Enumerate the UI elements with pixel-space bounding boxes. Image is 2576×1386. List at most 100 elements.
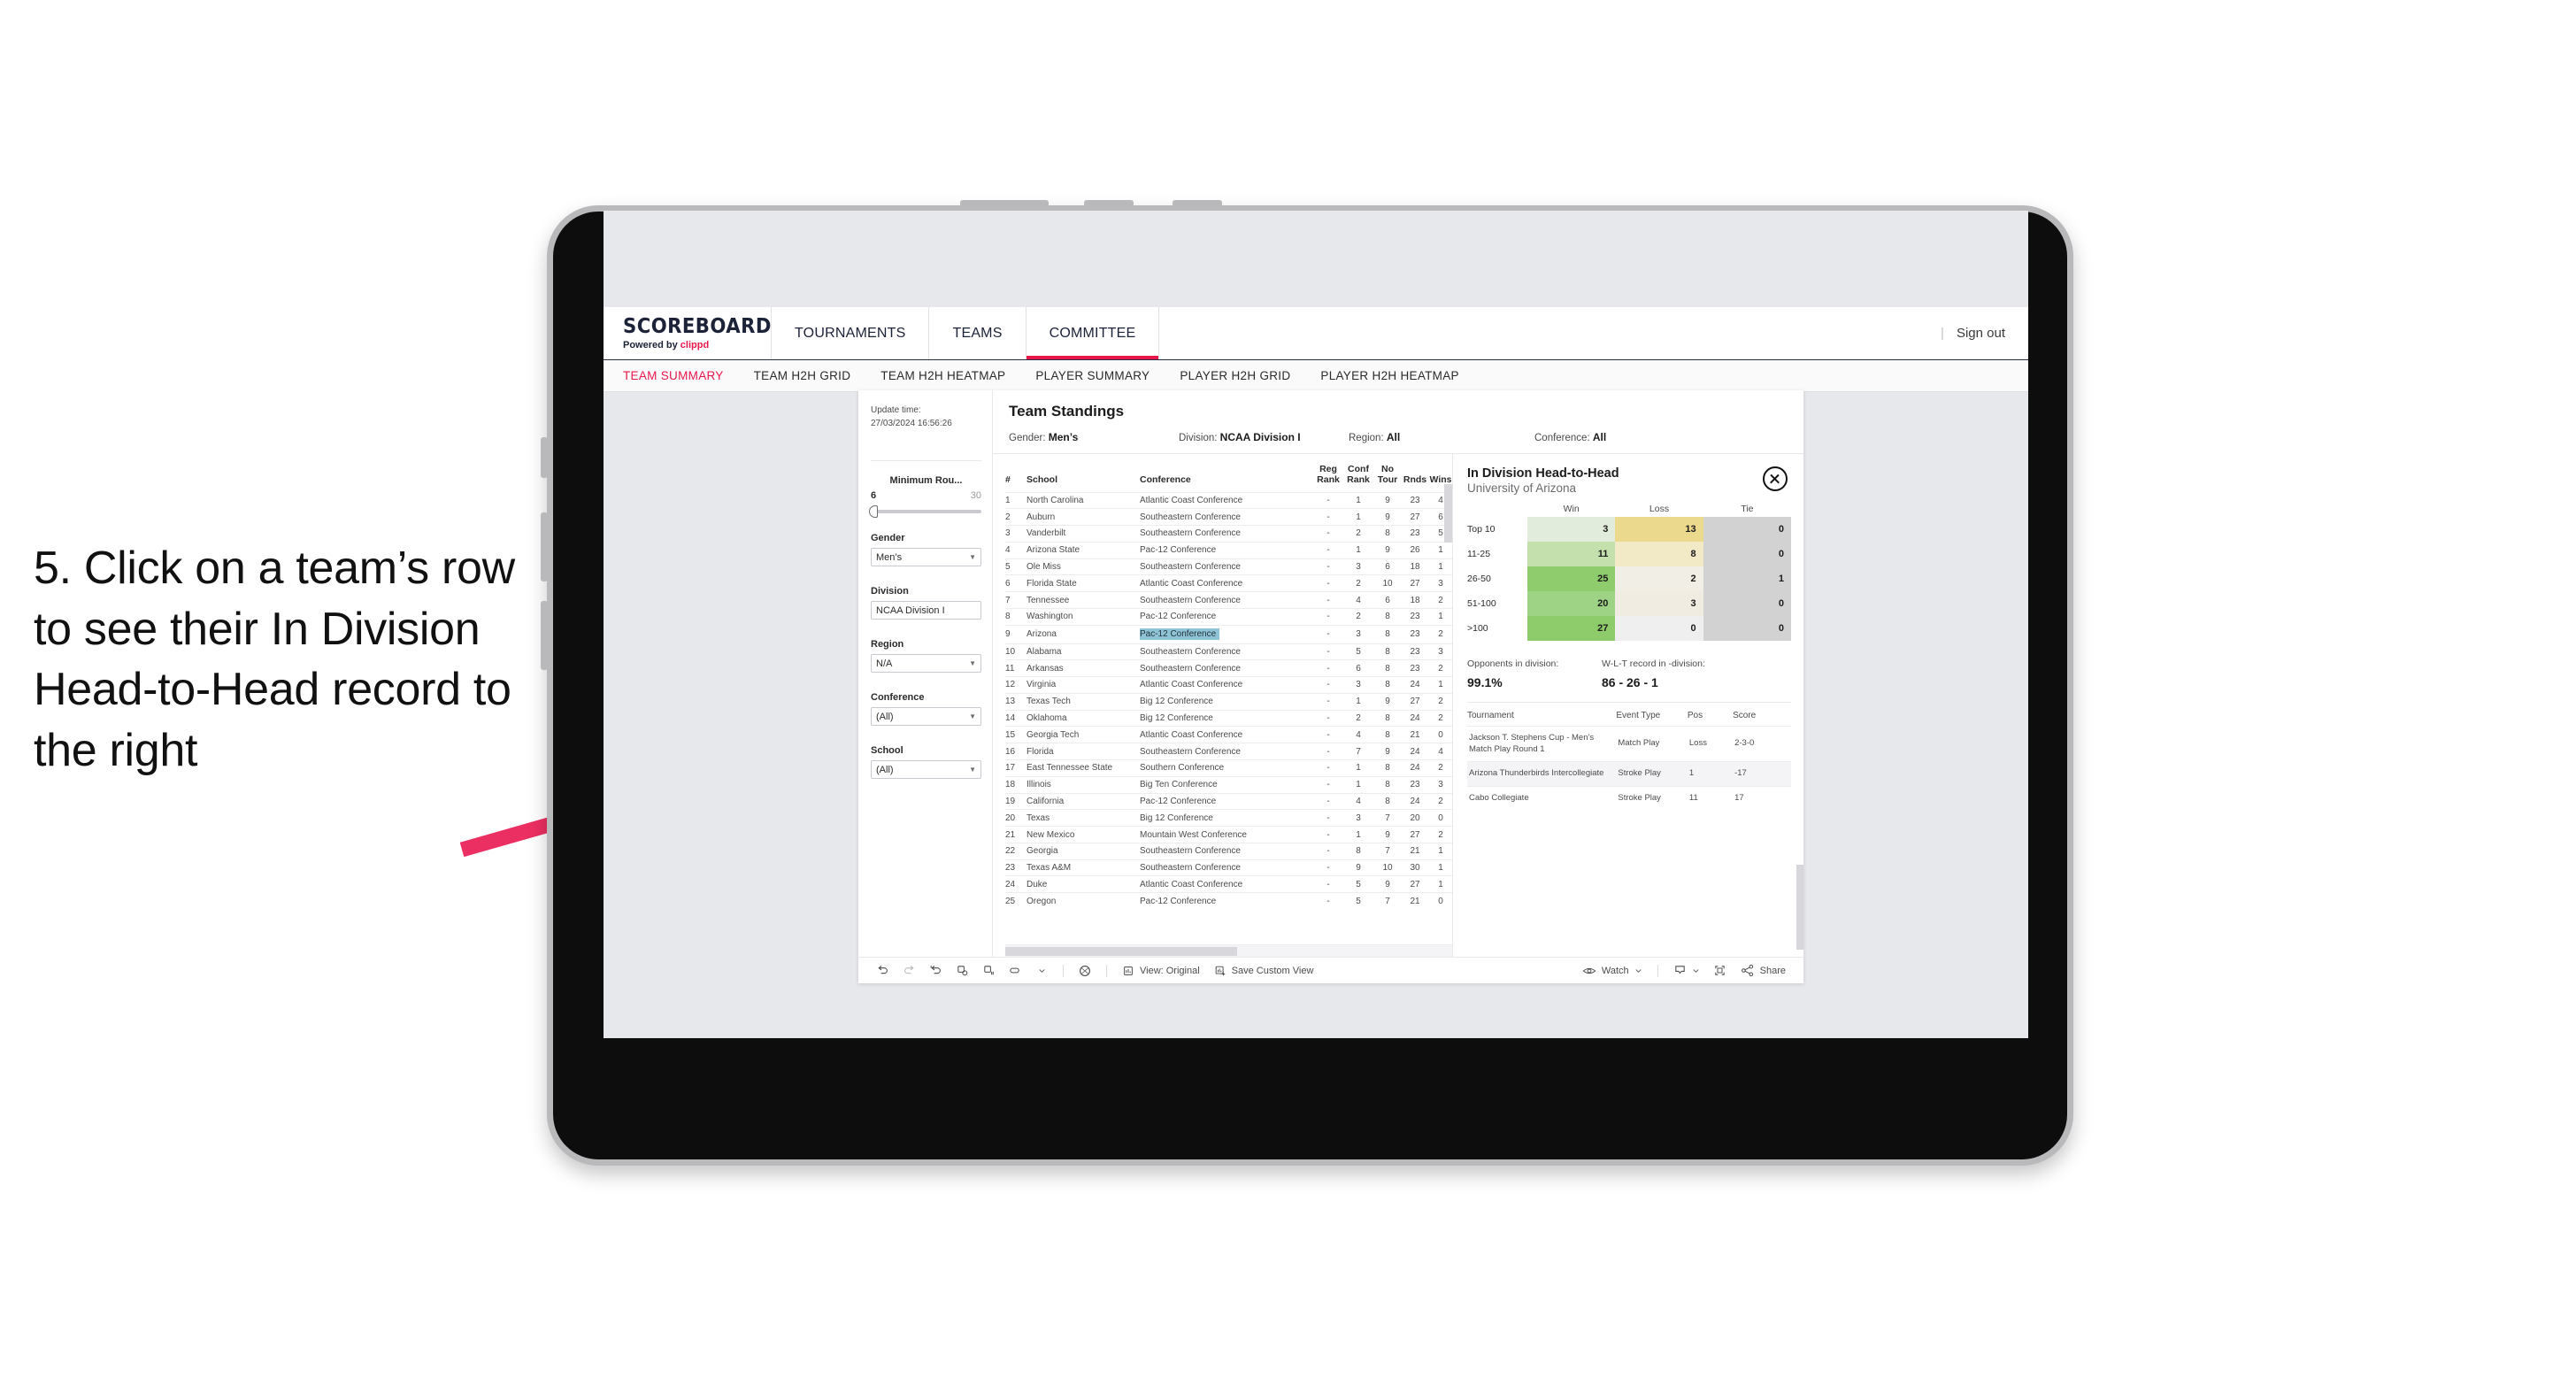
- slider-handle[interactable]: [869, 505, 878, 518]
- help-icon[interactable]: [1072, 958, 1098, 984]
- table-row[interactable]: 22 Georgia Southeastern Conference -8 7 21 1: [1005, 842, 1452, 860]
- heatmap-cell[interactable]: 1: [1703, 566, 1791, 591]
- table-row[interactable]: 17 East Tennessee State Southern Conferenc…: [1005, 759, 1452, 777]
- subnav-player-summary[interactable]: PLAYER SUMMARY: [1035, 369, 1150, 382]
- view-original-button[interactable]: View: Original: [1115, 965, 1207, 977]
- table-row[interactable]: 23 Texas A&M Southeastern Conference -9 10 30…: [1005, 859, 1452, 876]
- table-row[interactable]: 18 Illinois Big Ten Conference -1 8 23 3: [1005, 775, 1452, 794]
- subnav-player-h2h-heatmap[interactable]: PLAYER H2H HEATMAP: [1320, 369, 1458, 382]
- heatmap-cell[interactable]: 20: [1527, 591, 1616, 616]
- nav-committee[interactable]: COMMITTEE: [1027, 307, 1160, 359]
- col-header-conference[interactable]: Conference: [1140, 459, 1313, 492]
- watch-button[interactable]: Watch: [1575, 965, 1649, 977]
- table-row[interactable]: 15 Georgia Tech Atlantic Coast Conference -…: [1005, 726, 1452, 743]
- standings-cell-wins: 1: [1428, 558, 1452, 575]
- brand-title: SCOREBOARD: [623, 314, 772, 338]
- alerts-icon[interactable]: [1002, 958, 1028, 984]
- table-row[interactable]: 2 Auburn Southeastern Conference -1 9 27 6: [1005, 508, 1452, 526]
- standings-cell-no-tour: 7: [1373, 842, 1402, 860]
- heatmap-cell[interactable]: 0: [1703, 591, 1791, 616]
- table-row[interactable]: 8 Washington Pac-12 Conference -2 8 23 1: [1005, 607, 1452, 626]
- summary-region: Region: All: [1349, 431, 1534, 443]
- filter-division-value: NCAA Division I: [876, 604, 945, 616]
- table-row[interactable]: 1 North Carolina Atlantic Coast Conference…: [1005, 491, 1452, 509]
- col-header-reg-rank[interactable]: Reg Rank: [1313, 459, 1343, 492]
- save-custom-view-button[interactable]: Save Custom View: [1207, 965, 1321, 977]
- nav-tournaments[interactable]: TOURNAMENTS: [772, 307, 930, 359]
- table-row[interactable]: 20 Texas Big 12 Conference -3 7 20 0: [1005, 809, 1452, 827]
- brand-logo[interactable]: SCOREBOARD Powered by clippd: [604, 307, 772, 359]
- subnav-team-h2h-heatmap[interactable]: TEAM H2H HEATMAP: [880, 369, 1005, 382]
- col-header-rnds[interactable]: Rnds: [1402, 459, 1428, 492]
- table-row[interactable]: 3 Vanderbilt Southeastern Conference -2 8 23 5: [1005, 525, 1452, 543]
- subnav-player-h2h-grid[interactable]: PLAYER H2H GRID: [1180, 369, 1290, 382]
- heatmap-cell[interactable]: 2: [1615, 566, 1703, 591]
- col-header-tournament[interactable]: Tournament: [1467, 711, 1616, 727]
- download-button[interactable]: [1666, 964, 1707, 977]
- filter-conference-select[interactable]: (All) ▼: [871, 707, 981, 726]
- tournament-vertical-scrollbar[interactable]: [1796, 865, 1803, 950]
- list-item[interactable]: Cabo Collegiate Stroke Play 11 17: [1467, 785, 1791, 811]
- standings-horizontal-scrollbar-thumb[interactable]: [1005, 947, 1237, 956]
- refresh-data-icon[interactable]: [949, 958, 975, 984]
- table-row[interactable]: 7 Tennessee Southeastern Conference -4 6 18 2: [1005, 591, 1452, 609]
- heatmap-cell[interactable]: 0: [1703, 517, 1791, 542]
- filter-region-select[interactable]: N/A ▼: [871, 654, 981, 673]
- heatmap-cell[interactable]: 8: [1615, 542, 1703, 566]
- col-header-event-type[interactable]: Event Type: [1616, 711, 1688, 727]
- redo-icon[interactable]: [896, 958, 922, 984]
- table-row[interactable]: 24 Duke Atlantic Coast Conference -5 9 27 1: [1005, 875, 1452, 893]
- standings-cell-rnds: 26: [1402, 541, 1428, 559]
- heatmap-cell[interactable]: 3: [1527, 517, 1616, 542]
- download-icon: [1674, 966, 1685, 974]
- table-row[interactable]: 21 New Mexico Mountain West Conference -1 9 2…: [1005, 826, 1452, 843]
- col-header-rank[interactable]: #: [1005, 459, 1027, 492]
- subnav-team-h2h-grid[interactable]: TEAM H2H GRID: [754, 369, 851, 382]
- table-row[interactable]: 16 Florida Southeastern Conference -7 9 24 4: [1005, 743, 1452, 760]
- revert-icon[interactable]: [922, 958, 949, 984]
- slider-track[interactable]: [869, 505, 981, 518]
- table-row[interactable]: 12 Virginia Atlantic Coast Conference -3 8 24…: [1005, 676, 1452, 694]
- col-header-conf-rank[interactable]: Conf Rank: [1343, 459, 1373, 492]
- heatmap-cell[interactable]: 0: [1703, 542, 1791, 566]
- list-item[interactable]: Jackson T. Stephens Cup - Men’s Match Pl…: [1467, 725, 1791, 762]
- filter-school-select[interactable]: (All) ▼: [871, 760, 981, 779]
- share-button[interactable]: Share: [1734, 964, 1793, 977]
- heatmap-cell[interactable]: 0: [1703, 616, 1791, 641]
- list-item[interactable]: Arizona Thunderbirds Intercollegiate Stro…: [1467, 761, 1791, 787]
- table-row[interactable]: 5 Ole Miss Southeastern Conference -3 6 18 1: [1005, 558, 1452, 575]
- close-icon[interactable]: [1763, 466, 1788, 491]
- col-header-school[interactable]: School: [1027, 459, 1140, 492]
- pause-updates-icon[interactable]: [975, 958, 1002, 984]
- standings-horizontal-scroll-area[interactable]: [1005, 944, 1452, 957]
- table-row[interactable]: 4 Arizona State Pac-12 Conference -1 9 26 1: [1005, 541, 1452, 559]
- col-header-score[interactable]: Score: [1733, 711, 1791, 727]
- subnav-team-summary[interactable]: TEAM SUMMARY: [623, 369, 724, 382]
- table-row[interactable]: 14 Oklahoma Big 12 Conference -2 8 24 2: [1005, 709, 1452, 727]
- table-row[interactable]: 11 Arkansas Southeastern Conference -6 8 23 2: [1005, 659, 1452, 677]
- col-header-no-tour[interactable]: No Tour: [1373, 459, 1402, 492]
- nav-teams[interactable]: TEAMS: [929, 307, 1027, 359]
- heatmap-cell[interactable]: 25: [1527, 566, 1616, 591]
- standings-cell-conference: Southern Conference: [1140, 759, 1313, 777]
- filter-division-select[interactable]: NCAA Division I: [871, 601, 981, 620]
- heatmap-cell[interactable]: 3: [1615, 591, 1703, 616]
- table-row[interactable]: 9 Arizona Pac-12 Conference -3 8 23 2: [1005, 624, 1452, 644]
- standings-vertical-scrollbar[interactable]: [1444, 484, 1452, 543]
- fullscreen-button[interactable]: [1707, 958, 1734, 984]
- filter-gender-select[interactable]: Men’s ▼: [871, 548, 981, 566]
- table-row[interactable]: 10 Alabama Southeastern Conference -5 8 23 3: [1005, 643, 1452, 660]
- standings-cell-conf-rank: 3: [1343, 676, 1373, 694]
- undo-icon[interactable]: [869, 958, 896, 984]
- heatmap-cell[interactable]: 0: [1615, 616, 1703, 641]
- sign-out-link[interactable]: Sign out: [1957, 326, 2005, 341]
- table-row[interactable]: 25 Oregon Pac-12 Conference -5 7 21 0: [1005, 892, 1452, 910]
- dropdown-caret-icon[interactable]: [1028, 958, 1055, 984]
- table-row[interactable]: 6 Florida State Atlantic Coast Conference -…: [1005, 574, 1452, 592]
- table-row[interactable]: 19 California Pac-12 Conference -4 8 24 2: [1005, 792, 1452, 810]
- heatmap-cell[interactable]: 11: [1527, 542, 1616, 566]
- heatmap-cell[interactable]: 13: [1615, 517, 1703, 542]
- heatmap-cell[interactable]: 27: [1527, 616, 1616, 641]
- col-header-pos[interactable]: Pos: [1688, 711, 1733, 727]
- table-row[interactable]: 13 Texas Tech Big 12 Conference -1 9 27 2: [1005, 692, 1452, 711]
